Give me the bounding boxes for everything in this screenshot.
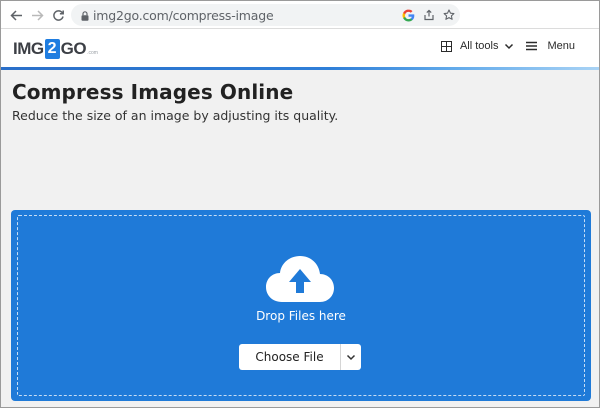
drop-files-label: Drop Files here xyxy=(256,309,346,323)
img2go-logo[interactable]: IMG 2 GO .com xyxy=(13,38,98,60)
choose-file-group: Choose File xyxy=(239,344,361,370)
lock-icon[interactable] xyxy=(79,9,91,21)
forward-arrow-icon[interactable] xyxy=(28,6,46,24)
file-dropzone[interactable]: Drop Files here Choose File xyxy=(11,210,591,401)
header-nav: All tools Menu xyxy=(440,40,575,52)
reload-icon[interactable] xyxy=(49,6,67,24)
cloud-upload-icon xyxy=(266,256,334,302)
screenshot-frame: img2go.com/compress-image IMG 2 GO .com … xyxy=(0,0,600,408)
address-bar[interactable]: img2go.com/compress-image xyxy=(71,4,460,26)
page-title: Compress Images Online xyxy=(12,80,294,104)
logo-text-suffix: .com xyxy=(87,50,98,56)
chevron-down-icon[interactable] xyxy=(504,41,514,51)
logo-text-two: 2 xyxy=(44,39,60,59)
choose-file-dropdown[interactable] xyxy=(341,344,361,370)
logo-text-go: GO xyxy=(60,39,87,58)
logo-text-img: IMG xyxy=(13,39,44,58)
back-arrow-icon[interactable] xyxy=(7,6,25,24)
site-header: IMG 2 GO .com All tools Menu xyxy=(1,29,599,67)
page-subtitle: Reduce the size of an image by adjusting… xyxy=(12,108,339,123)
hamburger-icon[interactable] xyxy=(526,41,538,51)
google-icon[interactable] xyxy=(401,8,415,22)
star-icon[interactable] xyxy=(442,8,456,22)
share-icon[interactable] xyxy=(422,8,436,22)
choose-file-button[interactable]: Choose File xyxy=(239,344,341,370)
header-accent-stripe xyxy=(1,67,599,70)
url-text[interactable]: img2go.com/compress-image xyxy=(93,8,274,23)
chevron-down-icon xyxy=(346,354,356,361)
menu-link[interactable]: Menu xyxy=(547,40,575,52)
all-tools-link[interactable]: All tools xyxy=(460,40,499,52)
browser-toolbar: img2go.com/compress-image xyxy=(1,1,599,29)
grid-icon xyxy=(440,40,452,52)
